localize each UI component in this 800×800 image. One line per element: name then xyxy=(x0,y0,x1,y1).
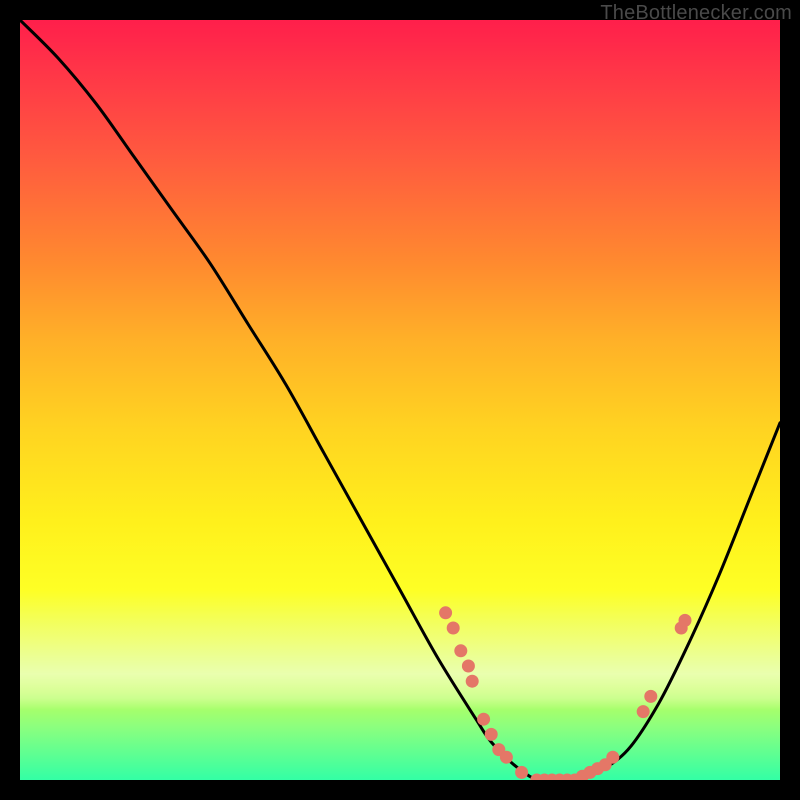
chart-frame xyxy=(20,20,780,780)
gradient-background xyxy=(20,20,780,780)
watermark-text: TheBottlenecker.com xyxy=(600,2,792,25)
